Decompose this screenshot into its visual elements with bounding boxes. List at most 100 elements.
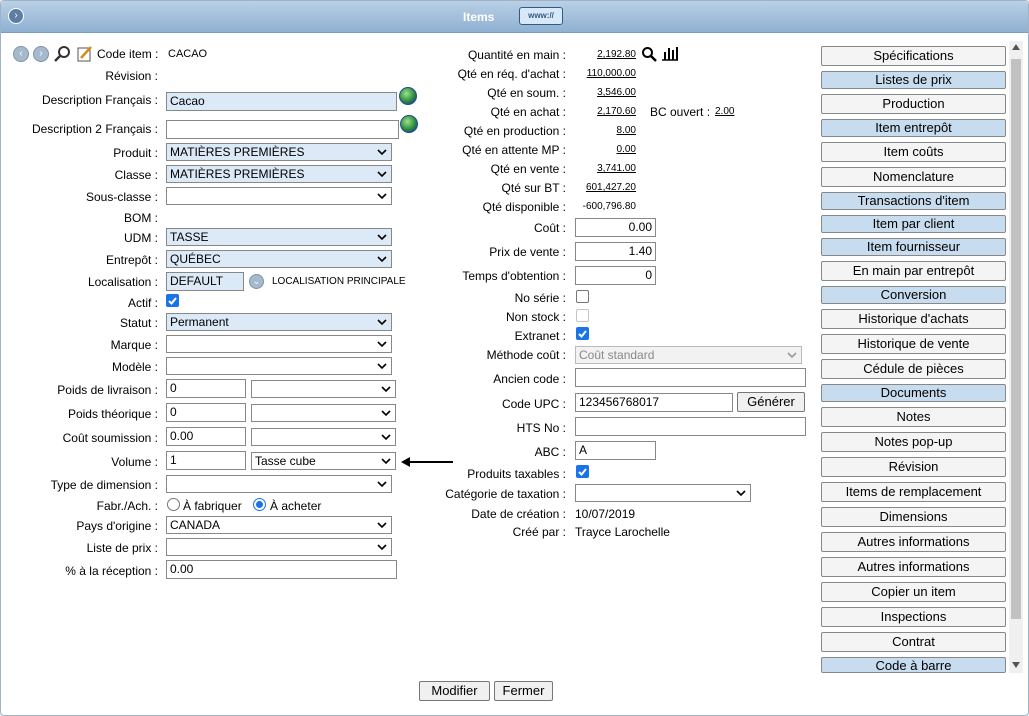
statut-select[interactable]: Permanent	[166, 313, 392, 331]
qte-vente-link[interactable]: 3,741.00	[576, 163, 636, 174]
qte-soum-link[interactable]: 3,546.00	[576, 87, 636, 98]
chevron-down-icon	[381, 386, 391, 393]
modele-select[interactable]	[166, 357, 392, 375]
sidebar-conversion[interactable]: Conversion	[821, 286, 1006, 304]
actif-label: Actif :	[127, 296, 158, 310]
entrepot-select[interactable]: QUÉBEC	[166, 250, 392, 268]
sidebar-inspections[interactable]: Inspections	[821, 607, 1006, 627]
desc-fr-input[interactable]: Cacao	[166, 92, 397, 111]
sidebar-item-par-client[interactable]: Item par client	[821, 215, 1006, 233]
sidebar-code-a-barre[interactable]: Code à barre	[821, 657, 1006, 673]
sidebar-item-couts[interactable]: Item coûts	[821, 142, 1006, 162]
sidebar-contrat[interactable]: Contrat	[821, 632, 1006, 652]
generer-button[interactable]: Générer	[737, 392, 805, 412]
sidebar-notes-popup[interactable]: Notes pop-up	[821, 432, 1006, 452]
actif-checkbox[interactable]	[166, 294, 179, 307]
next-icon[interactable]: ›	[33, 46, 49, 62]
fermer-button[interactable]: Fermer	[494, 681, 553, 701]
previous-icon[interactable]: ‹	[13, 46, 29, 62]
volume-unit-select[interactable]: Tasse cube	[251, 452, 396, 470]
edit-icon[interactable]	[77, 45, 93, 63]
no-serie-checkbox[interactable]	[576, 290, 589, 303]
menu-circle-icon[interactable]: ›	[8, 8, 24, 24]
desc2-fr-input[interactable]	[166, 120, 399, 139]
modifier-button[interactable]: Modifier	[419, 681, 490, 701]
sidebar-items-remplacement[interactable]: Items de remplacement	[821, 482, 1006, 502]
localisation-input[interactable]: DEFAULT	[166, 272, 244, 291]
sidebar-documents[interactable]: Documents	[821, 384, 1006, 402]
sidebar-autres-informations[interactable]: Autres informations	[821, 532, 1006, 552]
sidebar-cedule-pieces[interactable]: Cédule de pièces	[821, 359, 1006, 379]
sidebar-historique-vente[interactable]: Historique de vente	[821, 334, 1006, 354]
scrollbar-thumb[interactable]	[1011, 59, 1021, 619]
qte-req-achat-link[interactable]: 110,000.00	[576, 68, 636, 79]
title-bar: › Items www://	[1, 1, 1028, 33]
cout-soumission-input[interactable]: 0.00	[166, 427, 246, 446]
chevron-down-icon	[736, 490, 746, 497]
code-upc-input[interactable]: 123456768017	[575, 393, 733, 412]
statut-value: Permanent	[170, 315, 229, 329]
chevron-circle-icon[interactable]: ⌄	[249, 274, 264, 289]
type-dimension-select[interactable]	[166, 475, 392, 493]
pct-reception-label: % à la réception :	[65, 564, 158, 578]
udm-select[interactable]: TASSE	[166, 228, 392, 246]
scroll-down-icon[interactable]	[1012, 662, 1020, 668]
produit-select[interactable]: MATIÈRES PREMIÈRES	[166, 143, 392, 161]
qte-bt-label: Qté sur BT :	[501, 181, 566, 195]
prix-vente-input[interactable]: 1.40	[575, 242, 656, 261]
sous-classe-select[interactable]	[166, 187, 392, 205]
qte-attente-link[interactable]: 0.00	[576, 144, 636, 155]
sidebar-item-fournisseur[interactable]: Item fournisseur	[821, 238, 1006, 256]
a-acheter-radio[interactable]	[253, 498, 266, 511]
volume-input[interactable]: 1	[166, 451, 246, 470]
temps-obtention-input[interactable]: 0	[575, 266, 656, 285]
liste-prix-select[interactable]	[166, 538, 392, 556]
extranet-checkbox[interactable]	[576, 327, 589, 340]
sidebar-production[interactable]: Production	[821, 94, 1006, 114]
sidebar-copier-item[interactable]: Copier un item	[821, 582, 1006, 602]
qte-achat-link[interactable]: 2,170.60	[576, 106, 636, 117]
abc-input[interactable]: A	[575, 441, 656, 460]
bar-chart-icon[interactable]	[661, 46, 679, 61]
sidebar-specifications[interactable]: Spécifications	[821, 46, 1006, 66]
sidebar-listes-de-prix[interactable]: Listes de prix	[821, 71, 1006, 89]
cout-input[interactable]: 0.00	[575, 218, 656, 237]
chevron-down-icon	[377, 171, 387, 178]
chevron-down-icon	[381, 410, 391, 417]
ancien-code-input[interactable]	[575, 368, 806, 387]
cout-soumission-unit-select[interactable]	[251, 428, 396, 446]
bc-ouvert-link[interactable]: 2.00	[715, 106, 734, 117]
poids-theorique-input[interactable]: 0	[166, 403, 246, 422]
scroll-up-icon[interactable]	[1012, 44, 1020, 50]
categorie-taxation-select[interactable]	[575, 484, 751, 502]
sidebar-nomenclature[interactable]: Nomenclature	[821, 167, 1006, 187]
poids-theorique-unit-select[interactable]	[251, 404, 396, 422]
hts-input[interactable]	[575, 417, 806, 436]
poids-livraison-input[interactable]: 0	[166, 379, 246, 398]
qte-production-link[interactable]: 8.00	[576, 125, 636, 136]
window-title: Items	[463, 10, 495, 24]
pct-reception-input[interactable]: 0.00	[166, 560, 397, 579]
produits-taxables-checkbox[interactable]	[576, 465, 589, 478]
search-icon[interactable]	[54, 45, 72, 63]
sidebar-revision[interactable]: Révision	[821, 457, 1006, 477]
marque-select[interactable]	[166, 335, 392, 353]
sous-classe-label: Sous-classe :	[85, 190, 158, 204]
pays-origine-value: CANADA	[170, 518, 221, 532]
sidebar-autres-informations-2[interactable]: Autres informations	[821, 557, 1006, 577]
search-icon[interactable]	[641, 46, 657, 62]
sidebar-item-entrepot[interactable]: Item entrepôt	[821, 119, 1006, 137]
sidebar-en-main-par-entrepot[interactable]: En main par entrepôt	[821, 261, 1006, 281]
qte-bt-link[interactable]: 601,427.20	[576, 182, 636, 193]
www-icon[interactable]: www://	[519, 7, 563, 25]
a-fabriquer-radio[interactable]	[167, 498, 180, 511]
sidebar-dimensions[interactable]: Dimensions	[821, 507, 1006, 527]
poids-livraison-unit-select[interactable]	[251, 380, 396, 398]
sidebar-historique-achats[interactable]: Historique d'achats	[821, 309, 1006, 329]
sidebar-notes[interactable]: Notes	[821, 407, 1006, 427]
sidebar-transactions-item[interactable]: Transactions d'item	[821, 192, 1006, 210]
qte-main-link[interactable]: 2,192.80	[576, 49, 636, 60]
pays-origine-select[interactable]: CANADA	[166, 516, 392, 534]
chevron-down-icon	[377, 193, 387, 200]
classe-select[interactable]: MATIÈRES PREMIÈRES	[166, 165, 392, 183]
